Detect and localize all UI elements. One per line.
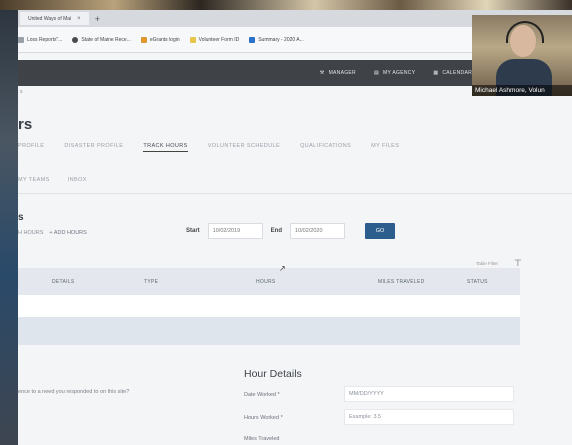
bookmark-item[interactable]: eGrants login (140, 36, 180, 43)
headset-icon (506, 21, 544, 43)
bookmark-item[interactable]: State of Maine Rece... (72, 36, 131, 43)
mouse-cursor-icon: ↗ (279, 264, 286, 273)
hours-button[interactable]: H HOURS (18, 230, 43, 236)
end-date-input[interactable]: 10/02/2020 (290, 223, 346, 239)
nav-label: MANAGER (328, 70, 356, 76)
nav-label: CALENDAR (442, 70, 472, 76)
hours-table-body (18, 295, 520, 317)
bookmark-label: Summary - 2020 A... (258, 36, 304, 43)
bookmark-icon (18, 36, 24, 43)
hours-actions: H HOURS + ADD HOURS (18, 230, 87, 236)
bookmark-label: eGrants login (149, 36, 180, 43)
bookmark-label: Volunteer Form ID (198, 36, 240, 43)
profile-tabs: PROFILE DISASTER PROFILE TRACK HOURS VOL… (18, 143, 572, 152)
nav-item-manager[interactable]: ⚒ MANAGER (320, 70, 356, 76)
tab-profile[interactable]: PROFILE (18, 143, 44, 152)
nav-item-my-agency[interactable]: ▤ MY AGENCY (374, 70, 415, 76)
background-left-strip (0, 10, 18, 445)
hour-details-title: Hour Details (244, 368, 302, 380)
building-icon: ▤ (373, 70, 379, 76)
globe-icon (72, 36, 79, 43)
bookmark-item[interactable]: Summary - 2020 A... (249, 36, 304, 43)
nav-item-calendar[interactable]: ▦ CALENDAR (433, 70, 472, 76)
miles-traveled-label: Miles Traveled (244, 436, 280, 442)
browser-tab[interactable]: United Ways of Mai × (20, 12, 89, 25)
address-fragment: s (20, 89, 23, 95)
table-filter-label[interactable]: Table Filter (476, 261, 498, 266)
hours-worked-input[interactable]: Example: 3.5 (344, 409, 514, 425)
date-worked-label: Date Worked * (244, 392, 280, 398)
calendar-icon: ▦ (433, 70, 439, 76)
tab-inbox[interactable]: INBOX (68, 177, 87, 183)
divider (18, 193, 572, 194)
tab-track-hours[interactable]: TRACK HOURS (143, 143, 188, 152)
column-header-details[interactable]: DETAILS (52, 279, 75, 285)
start-label: Start (186, 228, 200, 234)
date-filters: Start 10/02/2019 End 10/02/2020 GO (186, 223, 396, 239)
background-photo-strip (0, 0, 572, 10)
bookmark-item[interactable]: Loss Reports"... (18, 36, 63, 43)
hours-worked-label: Hours Worked * (244, 415, 283, 421)
need-question: ence to a need you responded to on this … (18, 389, 130, 395)
bookmark-label: State of Maine Rece... (81, 36, 131, 43)
hours-table-footer (18, 317, 520, 345)
browser-tab-title: United Ways of Mai (28, 15, 72, 22)
nav-label: MY AGENCY (382, 70, 416, 76)
wrench-icon: ⚒ (319, 70, 325, 76)
tab-disaster-profile[interactable]: DISASTER PROFILE (64, 143, 123, 152)
start-date-input[interactable]: 10/02/2019 (207, 223, 263, 239)
column-header-miles[interactable]: MILES TRAVELED (378, 279, 425, 285)
date-worked-input[interactable]: MM/DD/YYYY (344, 386, 514, 402)
add-hours-button[interactable]: + ADD HOURS (49, 230, 86, 236)
bookmark-label: Loss Reports"... (27, 36, 63, 43)
tab-volunteer-schedule[interactable]: VOLUNTEER SCHEDULE (208, 143, 280, 152)
page-title: rs (18, 116, 33, 133)
profile-tabs-row2: MY TEAMS INBOX (18, 177, 87, 183)
end-label: End (270, 228, 283, 234)
add-hours-label: ADD HOURS (53, 230, 87, 236)
section-title: s (18, 212, 24, 223)
bookmark-item[interactable]: Volunteer Form ID (189, 36, 240, 43)
bookmark-icon (140, 36, 147, 43)
bookmark-icon (189, 36, 196, 43)
column-header-type[interactable]: TYPE (144, 279, 158, 285)
tab-my-teams[interactable]: MY TEAMS (18, 177, 50, 183)
tab-qualifications[interactable]: QUALIFICATIONS (300, 143, 351, 152)
video-participant-tile: Michael Ashmore, Volun (472, 15, 572, 96)
tab-my-files[interactable]: MY FILES (371, 143, 399, 152)
bookmark-icon (249, 36, 256, 43)
column-header-hours[interactable]: HOURS (256, 279, 276, 285)
hours-table-header: DETAILS TYPE HOURS MILES TRAVELED STATUS (18, 268, 520, 295)
participant-name: Michael Ashmore, Volun (472, 85, 572, 96)
go-button[interactable]: GO (365, 223, 396, 239)
column-header-status[interactable]: STATUS (467, 279, 488, 285)
close-icon[interactable]: × (77, 16, 81, 22)
new-tab-button[interactable]: + (95, 14, 100, 24)
